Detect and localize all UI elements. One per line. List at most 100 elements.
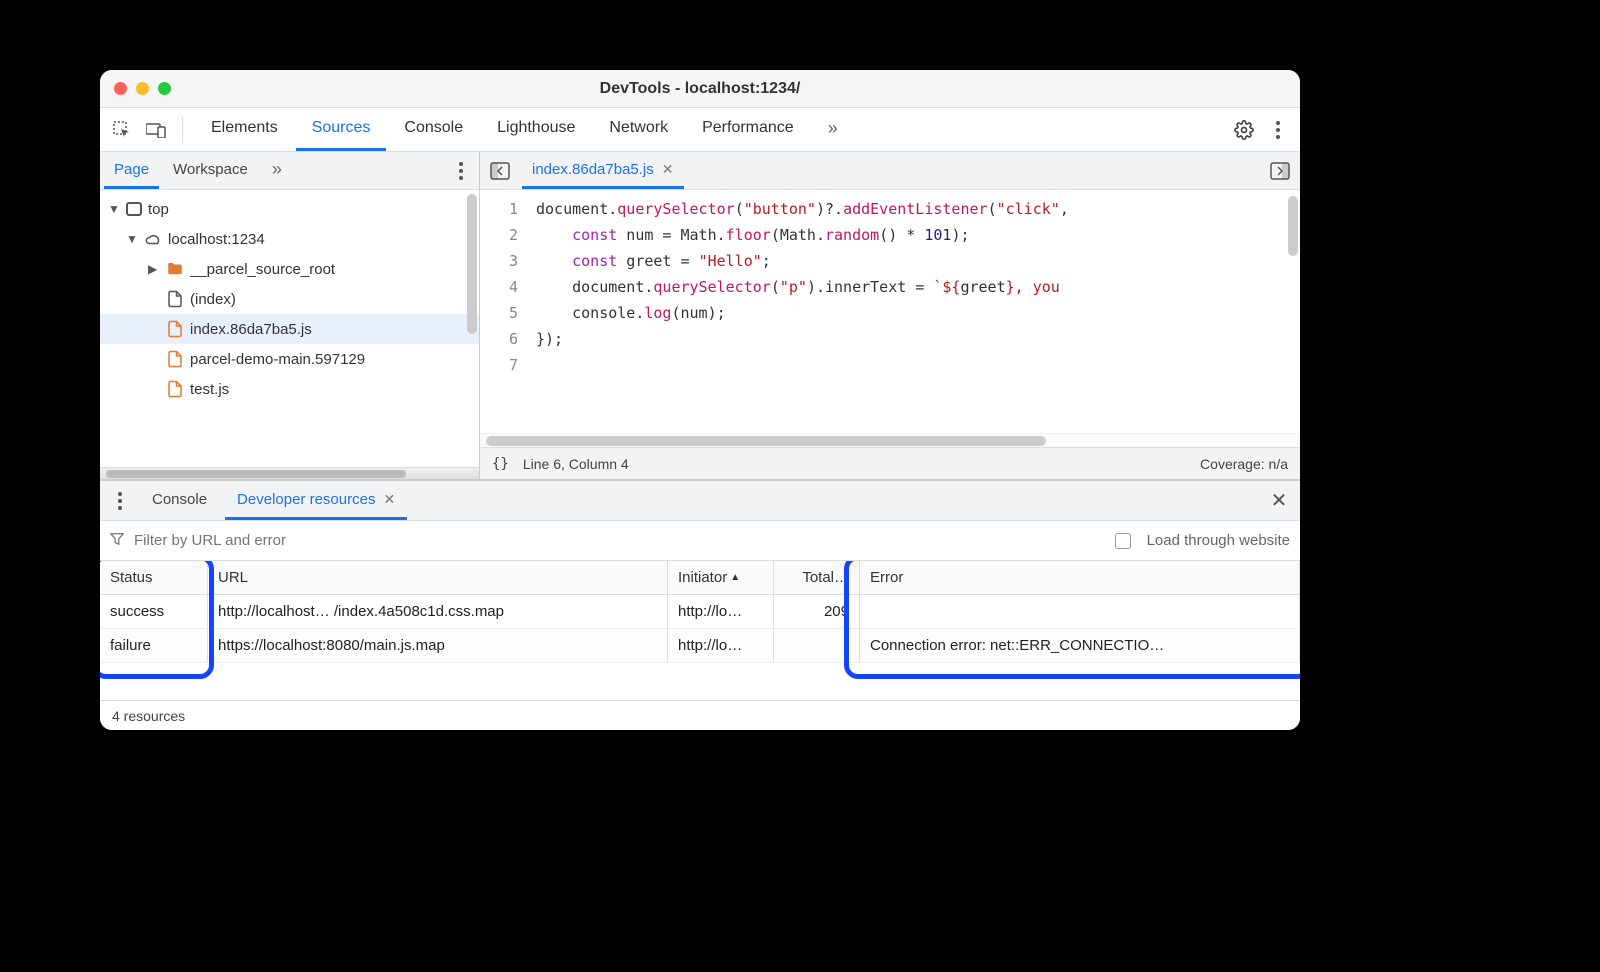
close-tab-icon[interactable]: ✕ [383,491,395,508]
table-row[interactable]: success http://localhost… /index.4a508c1… [100,595,1300,629]
editor-vertical-scrollbar[interactable] [1288,196,1298,256]
resource-count: 4 resources [112,708,185,724]
cloud-icon [144,230,162,248]
cell-status: failure [100,629,208,662]
caret-icon: ▼ [108,202,120,216]
caret-icon: ▶ [148,262,160,276]
load-through-website-label: Load through website [1147,532,1290,549]
device-toolbar-icon[interactable] [142,116,170,144]
window-title: DevTools - localhost:1234/ [100,80,1300,98]
tree-horizontal-scrollbar[interactable] [100,467,479,479]
col-initiator[interactable]: Initiator [668,561,774,594]
titlebar: DevTools - localhost:1234/ [100,70,1300,108]
tree-label: top [148,201,169,218]
tab-elements[interactable]: Elements [195,108,294,151]
minimize-window-button[interactable] [136,82,149,95]
tree-row-file[interactable]: test.js [100,374,479,404]
tab-console[interactable]: Console [388,108,479,151]
tree-row-file[interactable]: (index) [100,284,479,314]
tree-label: localhost:1234 [168,231,265,248]
traffic-lights [114,82,171,95]
cell-total: 209 [774,595,860,628]
tree-label: (index) [190,291,236,308]
drawer-tab-devresources[interactable]: Developer resources ✕ [225,481,407,520]
settings-icon[interactable] [1230,116,1258,144]
col-total[interactable]: Total… [774,561,860,594]
resources-table: Status URL Initiator Total… Error succes… [100,561,1300,700]
file-icon [166,380,184,398]
drawer-toolbar: Load through website [100,521,1300,561]
file-icon [166,350,184,368]
separator [182,117,183,143]
editor-panel: index.86da7ba5.js ✕ 1234567 document.que… [480,152,1300,479]
load-through-website-checkbox[interactable] [1115,533,1131,549]
show-debugger-icon[interactable] [1266,157,1294,185]
devtools-window: DevTools - localhost:1234/ Elements Sour… [100,70,1300,730]
close-drawer-icon[interactable]: ✕ [1264,488,1294,513]
inspect-element-icon[interactable] [108,116,136,144]
caret-icon: ▼ [126,232,138,246]
coverage-status: Coverage: n/a [1200,456,1288,472]
tab-network[interactable]: Network [593,108,684,151]
file-tree: ▼ top ▼ localhost:1234 ▶ __parcel_source… [100,190,479,467]
tree-row-folder[interactable]: ▶ __parcel_source_root [100,254,479,284]
tree-label: parcel-demo-main.597129 [190,351,365,368]
cell-url: https://localhost:8080/main.js.map [208,629,668,662]
col-status[interactable]: Status [100,561,208,594]
navigator-tab-workspace[interactable]: Workspace [163,152,258,189]
line-gutter: 1234567 [480,190,528,433]
navigator-more-icon[interactable] [447,157,475,185]
drawer-footer: 4 resources [100,700,1300,730]
table-header: Status URL Initiator Total… Error [100,561,1300,595]
tree-label: index.86da7ba5.js [190,321,312,338]
navigator-tabs-overflow[interactable]: » [262,152,292,189]
navigator-panel: Page Workspace » ▼ top ▼ localhos [100,152,480,479]
editor-tab-label: index.86da7ba5.js [532,161,654,178]
filter-input[interactable] [134,532,1105,549]
close-window-button[interactable] [114,82,127,95]
close-tab-icon[interactable]: ✕ [662,161,674,178]
zoom-window-button[interactable] [158,82,171,95]
tree-row-top[interactable]: ▼ top [100,194,479,224]
tree-label: __parcel_source_root [190,261,335,278]
show-navigator-icon[interactable] [486,157,514,185]
tabs-overflow[interactable]: » [812,108,854,151]
tree-vertical-scrollbar[interactable] [467,194,477,334]
cell-error: Connection error: net::ERR_CONNECTIO… [860,629,1300,662]
tree-label: test.js [190,381,229,398]
cell-url: http://localhost… /index.4a508c1d.css.ma… [208,595,668,628]
editor-tab[interactable]: index.86da7ba5.js ✕ [522,152,684,189]
main-toolbar: Elements Sources Console Lighthouse Netw… [100,108,1300,152]
drawer-tab-label: Developer resources [237,491,375,508]
cell-status: success [100,595,208,628]
pretty-print-icon[interactable]: {} [492,456,509,472]
tab-lighthouse[interactable]: Lighthouse [481,108,591,151]
cell-initiator: http://lo… [668,629,774,662]
frame-icon [126,202,142,216]
cursor-position: Line 6, Column 4 [523,456,629,472]
editor-horizontal-scrollbar[interactable] [480,433,1300,447]
tree-row-origin[interactable]: ▼ localhost:1234 [100,224,479,254]
drawer-more-icon[interactable] [106,487,134,515]
tree-row-file-selected[interactable]: index.86da7ba5.js [100,314,479,344]
editor-statusbar: {} Line 6, Column 4 Coverage: n/a [480,447,1300,479]
code-content: document.querySelector("button")?.addEve… [528,190,1300,433]
col-url[interactable]: URL [208,561,668,594]
tab-sources[interactable]: Sources [296,108,387,151]
tab-performance[interactable]: Performance [686,108,810,151]
navigator-tab-page[interactable]: Page [104,152,159,189]
file-icon [166,290,184,308]
editor-tabs: index.86da7ba5.js ✕ [480,152,1300,190]
file-icon [166,320,184,338]
navigator-tabs: Page Workspace » [100,152,479,190]
cell-initiator: http://lo… [668,595,774,628]
table-row[interactable]: failure https://localhost:8080/main.js.m… [100,629,1300,663]
code-editor[interactable]: 1234567 document.querySelector("button")… [480,190,1300,433]
drawer-panel: Console Developer resources ✕ ✕ Load thr… [100,480,1300,730]
folder-icon [166,260,184,278]
more-menu-icon[interactable] [1264,116,1292,144]
drawer-tab-console[interactable]: Console [140,481,219,520]
tree-row-file[interactable]: parcel-demo-main.597129 [100,344,479,374]
col-error[interactable]: Error [860,561,1300,594]
drawer-tabs: Console Developer resources ✕ ✕ [100,481,1300,521]
